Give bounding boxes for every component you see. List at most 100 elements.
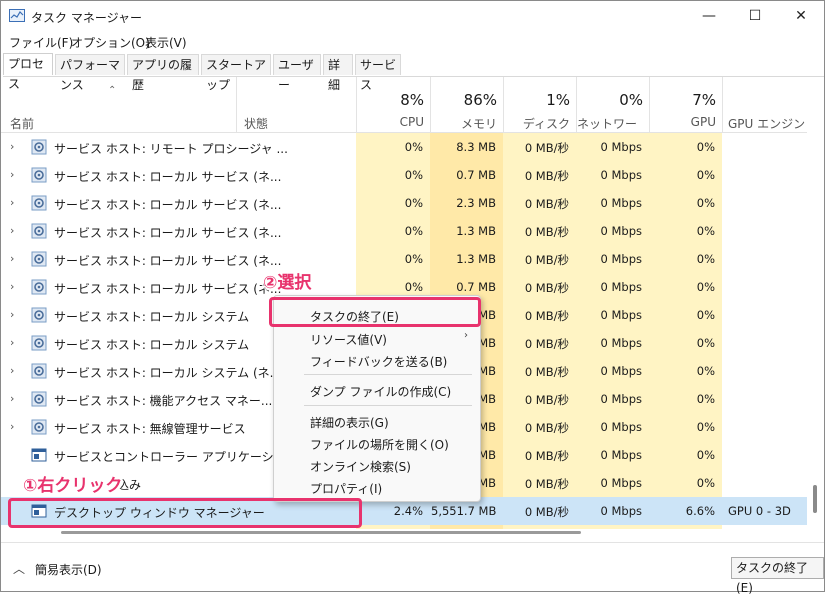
chevron-right-icon[interactable]: › [10, 196, 14, 209]
chevron-right-icon[interactable]: › [10, 168, 14, 181]
chevron-right-icon[interactable]: › [10, 336, 14, 349]
network-value: 0 Mbps [600, 140, 643, 154]
chevron-right-icon[interactable]: › [10, 364, 14, 377]
disk-value: 0 MB/秒 [524, 141, 569, 155]
ctx-search-online[interactable]: オンライン検索(S) [310, 458, 411, 475]
network-value: 0 Mbps [600, 364, 643, 378]
chevron-right-icon[interactable]: › [10, 252, 14, 265]
cpu-value: 0% [404, 224, 423, 238]
horizontal-scrollbar-thumb[interactable] [61, 531, 581, 534]
tab-startup[interactable]: スタートアップ [201, 54, 271, 92]
ctx-properties[interactable]: プロパティ(I) [310, 480, 382, 497]
gpu-value: 6.6% [685, 504, 715, 518]
process-name: サービス ホスト: ローカル サービス (ネ... [54, 198, 282, 212]
ctx-create-dump[interactable]: ダンプ ファイルの作成(C) [310, 383, 451, 400]
header-status[interactable]: 状態 [244, 115, 268, 132]
vertical-scrollbar-thumb[interactable] [813, 485, 817, 513]
task-manager-window: タスク マネージャー — ☐ ✕ ファイル(F) オプション(O) 表示(V) … [0, 0, 825, 595]
network-value: 0 Mbps [600, 196, 643, 210]
memory-value: 1.3 MB [456, 224, 496, 238]
gpu-value: 0% [696, 336, 715, 350]
gear-icon [31, 363, 47, 379]
ctx-open-file-location[interactable]: ファイルの場所を開く(O) [310, 436, 449, 453]
memory-value: 2.3 MB [456, 196, 496, 210]
close-button[interactable]: ✕ [778, 1, 824, 31]
chevron-right-icon[interactable]: › [10, 140, 14, 153]
ctx-resource-values[interactable]: リソース値(V) [310, 331, 387, 348]
header-name[interactable]: 名前 [10, 115, 34, 132]
header-memory[interactable]: 86% メモリ [430, 77, 503, 132]
gpu-value: 0% [696, 168, 715, 182]
table-row[interactable]: › サービス ホスト: ローカル サービス (ネ... 0% 1.3 MB 0 MB/秒… [1, 217, 807, 245]
gear-icon [31, 195, 47, 211]
process-name: サービス ホスト: ローカル サービス (ネ... [54, 254, 282, 268]
tab-app-history[interactable]: アプリの履歴 [127, 54, 199, 92]
network-total: 0% [619, 91, 643, 109]
sort-ascending-icon[interactable]: ⌃ [108, 85, 116, 96]
header-gpu[interactable]: 7% GPU [649, 77, 722, 132]
ctx-send-feedback[interactable]: フィードバックを送る(B) [310, 353, 447, 370]
gear-icon [31, 167, 47, 183]
tab-services[interactable]: サービス [355, 54, 401, 92]
header-network[interactable]: 0% ネットワーク [576, 77, 649, 148]
gpu-engine-value: GPU 0 - 3D [728, 504, 791, 518]
gpu-value: 0% [696, 420, 715, 434]
tab-bar: プロセス パフォーマンス アプリの履歴 スタートアップ ユーザー 詳細 サービス [3, 53, 824, 92]
cpu-value: 0% [404, 196, 423, 210]
disk-value: 0 MB/秒 [524, 449, 569, 463]
chevron-up-icon[interactable]: ︿ [13, 560, 25, 577]
process-name: サービス ホスト: ローカル システム [54, 310, 250, 324]
table-row[interactable]: › サービス ホスト: リモート プロシージャ ... 0% 8.3 MB 0 MB/秒… [1, 133, 807, 161]
menu-options[interactable]: オプション(O) [71, 34, 150, 51]
network-value: 0 Mbps [600, 224, 643, 238]
minimize-button[interactable]: — [686, 1, 732, 31]
menu-file[interactable]: ファイル(F) [9, 34, 73, 51]
chevron-right-icon[interactable]: › [10, 308, 14, 321]
memory-value: 0.7 MB [456, 168, 496, 182]
memory-value: 5,551.7 MB [431, 504, 497, 518]
tab-processes[interactable]: プロセス [3, 53, 53, 91]
table-row[interactable]: › サービス ホスト: ローカル サービス (ネ... 0% 1.3 MB 0 MB/秒… [1, 245, 807, 273]
task-manager-app-icon [9, 9, 25, 22]
maximize-button[interactable]: ☐ [732, 1, 778, 31]
annotation-step2: ②選択 [263, 273, 312, 293]
network-value: 0 Mbps [600, 252, 643, 266]
tab-users[interactable]: ユーザー [273, 54, 321, 92]
annotation-step1: ①右クリック [23, 476, 123, 496]
gpu-value: 0% [696, 252, 715, 266]
gpu-value: 0% [696, 196, 715, 210]
ctx-go-to-details[interactable]: 詳細の表示(G) [310, 414, 389, 431]
table-row[interactable]: › サービス ホスト: ローカル サービス (ネ... 0% 0.7 MB 0 MB/秒… [1, 161, 807, 189]
disk-value: 0 MB/秒 [524, 393, 569, 407]
gpu-value: 0% [696, 280, 715, 294]
header-cpu[interactable]: 8% CPU [356, 77, 430, 132]
process-name: サービス ホスト: ローカル システム [54, 338, 250, 352]
gpu-value: 0% [696, 476, 715, 490]
chevron-right-icon[interactable]: › [10, 280, 14, 293]
process-name: サービス ホスト: ローカル サービス (ネ... [54, 226, 282, 240]
chevron-right-icon[interactable]: › [10, 392, 14, 405]
disk-value: 0 MB/秒 [524, 477, 569, 491]
cpu-label: CPU [399, 115, 424, 129]
header-disk[interactable]: 1% ディスク [503, 77, 576, 132]
menu-view[interactable]: 表示(V) [145, 34, 187, 51]
end-task-button[interactable]: タスクの終了(E) [731, 557, 824, 595]
gear-icon [31, 279, 47, 295]
network-value: 0 Mbps [600, 504, 643, 518]
chevron-right-icon[interactable]: › [10, 224, 14, 237]
fewer-details-button[interactable]: 簡易表示(D) [35, 561, 102, 578]
gpu-value: 0% [696, 308, 715, 322]
cpu-value: 0% [404, 140, 423, 154]
highlight-end-task [269, 297, 481, 327]
memory-label: メモリ [460, 117, 497, 131]
tab-performance[interactable]: パフォーマンス [55, 54, 125, 92]
header-gpu-engine[interactable]: GPU エンジン [728, 115, 805, 132]
process-name: サービス ホスト: ローカル システム (ネ... [54, 366, 282, 380]
gpu-total: 7% [692, 91, 716, 109]
chevron-right-icon[interactable]: › [10, 420, 14, 433]
tab-details[interactable]: 詳細 [323, 54, 353, 92]
table-row[interactable]: › サービス ホスト: ローカル サービス (ネ... 0% 2.3 MB 0 MB/秒… [1, 189, 807, 217]
process-name: サービス ホスト: ローカル サービス (ネ... [54, 282, 282, 296]
window-icon [31, 448, 47, 462]
gear-icon [31, 139, 47, 155]
